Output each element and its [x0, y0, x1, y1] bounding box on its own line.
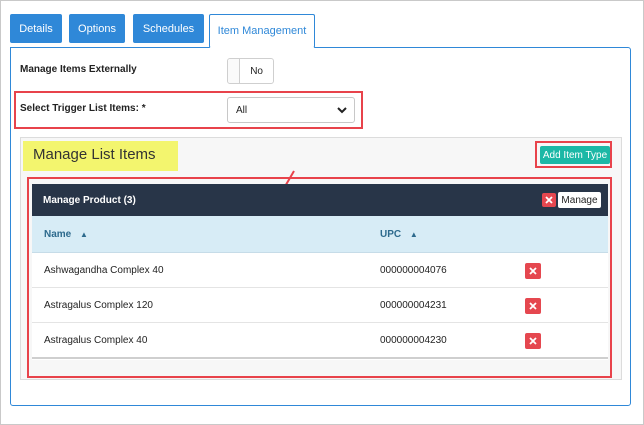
chevron-down-icon [337, 107, 347, 114]
remove-product-type-button[interactable] [542, 193, 556, 207]
table-row: Astragalus Complex 40 000000004230 [32, 323, 608, 358]
card-title: Manage Product (3) [43, 195, 136, 206]
close-icon [545, 196, 553, 204]
tab-schedules[interactable]: Schedules [133, 14, 204, 43]
product-upc: 000000004230 [380, 335, 447, 346]
toggle-value: No [250, 65, 263, 77]
column-header-upc[interactable]: UPC ▲︎ [380, 229, 418, 240]
tab-item-management[interactable]: Item Management [209, 14, 315, 48]
manage-button[interactable]: Manage [558, 192, 601, 208]
product-name: Astragalus Complex 120 [44, 300, 153, 311]
manage-list-items-title: Manage List Items [23, 141, 178, 171]
product-name: Astragalus Complex 40 [44, 335, 148, 346]
column-header-name[interactable]: Name ▲︎ [44, 229, 88, 240]
delete-row-button[interactable] [525, 298, 541, 314]
close-icon [529, 267, 537, 275]
close-icon [529, 337, 537, 345]
product-upc: 000000004231 [380, 300, 447, 311]
table-header: Name ▲︎ UPC ▲︎ [32, 216, 608, 253]
add-item-type-button[interactable]: Add Item Type [540, 146, 610, 164]
sort-icon: ▲︎ [409, 230, 418, 239]
manage-items-externally-toggle[interactable]: No [227, 58, 274, 84]
close-icon [529, 302, 537, 310]
trigger-list-value: All [236, 104, 248, 116]
card-header: Manage Product (3) [32, 184, 608, 216]
table-scrollbar[interactable] [32, 357, 608, 359]
product-name: Ashwagandha Complex 40 [44, 265, 164, 276]
sort-icon: ▲︎ [80, 230, 88, 239]
tab-options[interactable]: Options [69, 14, 125, 43]
product-upc: 000000004076 [380, 265, 447, 276]
delete-row-button[interactable] [525, 333, 541, 349]
trigger-list-select[interactable]: All [227, 97, 355, 123]
toggle-knob [228, 59, 240, 83]
trigger-list-label: Select Trigger List Items: * [20, 103, 146, 114]
table-row: Ashwagandha Complex 40 000000004076 [32, 253, 608, 288]
table-row: Astragalus Complex 120 000000004231 [32, 288, 608, 323]
delete-row-button[interactable] [525, 263, 541, 279]
manage-items-externally-label: Manage Items Externally [20, 64, 137, 75]
tab-details[interactable]: Details [10, 14, 62, 43]
